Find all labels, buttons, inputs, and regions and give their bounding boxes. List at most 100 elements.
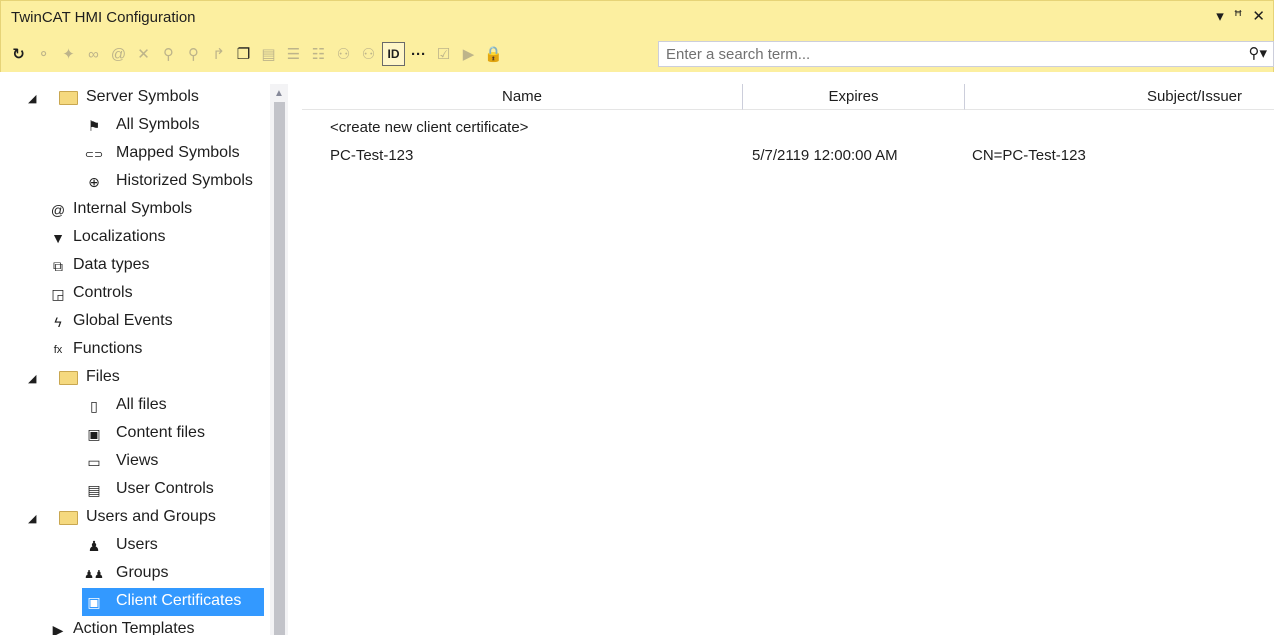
column-header-name[interactable]: Name (302, 84, 743, 110)
user-controls-icon: ▤ (87, 481, 101, 498)
data-types-icon: ⧉ (53, 257, 63, 274)
tree-item-client-certificates[interactable]: ▣ Client Certificates (0, 588, 270, 616)
configuration-tree: ◢ Server Symbols ⚑ All Symbols ⊂⊃ Mapped Symb… (0, 84, 270, 635)
tree-item-historized-symbols[interactable]: ⊕ Historized Symbols (0, 168, 270, 196)
row-subject: CN=PC-Test-123 (972, 147, 1086, 164)
tree-item-content-files[interactable]: ▣ Content files (0, 420, 270, 448)
tree-item-label: Global Events (73, 312, 173, 329)
user-symbol-icon[interactable]: ⚲ (157, 42, 180, 66)
users-icon: ♟ (87, 537, 101, 554)
mapped-symbols-icon: ⊂⊃ (84, 148, 104, 161)
arrow-symbol-icon[interactable]: ↱ (207, 42, 230, 66)
folder-icon (58, 508, 78, 528)
row-name[interactable]: <create new client certificate> (330, 119, 528, 136)
row-name[interactable]: PC-Test-123 (330, 147, 413, 164)
tree-item-label: Localizations (73, 228, 166, 245)
tree-item-views[interactable]: ▭ Views (0, 448, 270, 476)
expand-arrow-icon[interactable]: ◢ (28, 92, 36, 105)
list-icon[interactable]: ☰ (282, 42, 305, 66)
window-controls: ▾ ꟸ ✕ (1216, 7, 1265, 25)
close-icon[interactable]: ✕ (1252, 7, 1265, 25)
tree-item-localizations[interactable]: ▼ Localizations (0, 224, 270, 252)
expand-arrow-icon[interactable]: ◢ (28, 372, 36, 385)
toolbar: ↻⚬✦∞@✕⚲⚲↱❐▤☰☷⚇⚇ID···☑▶🔒 ⚲▾ (0, 36, 1274, 72)
tree-item-label: Controls (73, 284, 133, 301)
tree-item-action-templates[interactable]: ▶ Action Templates (0, 616, 270, 635)
tree-item-mapped-symbols[interactable]: ⊂⊃ Mapped Symbols (0, 140, 270, 168)
search-icon[interactable]: ⚲▾ (1248, 44, 1267, 62)
lock-icon[interactable]: 🔒 (482, 42, 505, 66)
tree-item-label: All Symbols (116, 116, 200, 133)
tree-item-functions[interactable]: fx Functions (0, 336, 270, 364)
certificates-grid: Name Expires Subject/Issuer <create new … (302, 84, 1274, 635)
pin-icon[interactable]: ꟸ (1234, 7, 1243, 25)
tree-item-label: Action Templates (73, 620, 195, 635)
tree-item-label: Internal Symbols (73, 200, 193, 217)
all-symbols-icon: ⚑ (87, 117, 101, 134)
internal-symbols-icon: @ (50, 202, 66, 218)
list-alt-icon[interactable]: ☷ (307, 42, 330, 66)
views-icon: ▭ (87, 453, 101, 470)
search-input[interactable] (659, 42, 1219, 66)
tree-item-label: Historized Symbols (116, 172, 253, 189)
action-templates-icon: ▶ (52, 621, 64, 635)
dropdown-icon[interactable]: ▾ (1216, 7, 1224, 25)
toolbar-buttons: ↻ ⚬ ✦ ∞ @ ✕ ⚲ ⚲ ↱ ❐ ▤ ☰ ☷ ⚇ ⚇ ID ··· ☑ ▶ 🔒 (7, 42, 505, 66)
row-expires: 5/7/2119 12:00:00 AM (752, 147, 898, 164)
folder-icon (58, 88, 78, 108)
tree-item-users-and-groups[interactable]: ◢ Users and Groups (0, 504, 270, 532)
id-icon[interactable]: ID (382, 42, 405, 66)
tree-item-controls[interactable]: ◲ Controls (0, 280, 270, 308)
refresh-icon[interactable]: ↻ (7, 42, 30, 66)
tree-item-label: User Controls (116, 480, 214, 497)
historized-symbols-icon: ⊕ (88, 173, 100, 190)
tree-item-all-files[interactable]: ▯ All files (0, 392, 270, 420)
tree-item-users[interactable]: ♟ Users (0, 532, 270, 560)
tree-item-label: Functions (73, 340, 143, 357)
tree-item-all-symbols[interactable]: ⚑ All Symbols (0, 112, 270, 140)
tree-item-global-events[interactable]: ϟ Global Events (0, 308, 270, 336)
tree-item-label: Views (116, 452, 159, 469)
search-box: ⚲▾ (658, 41, 1274, 67)
all-files-icon: ▯ (90, 397, 98, 414)
localizations-icon: ▼ (51, 230, 65, 246)
at-icon[interactable]: @ (107, 42, 130, 66)
user-alt-icon[interactable]: ⚇ (357, 42, 380, 66)
content-files-icon: ▣ (87, 425, 101, 442)
tree-item-label: Mapped Symbols (116, 144, 240, 161)
tree-scrollbar[interactable]: ▲ (270, 84, 288, 635)
scroll-up-icon[interactable]: ▲ (274, 88, 284, 99)
controls-icon: ◲ (51, 285, 65, 302)
client-certificates-icon: ▣ (87, 593, 101, 610)
tree-item-label: Files (86, 368, 120, 385)
tree-item-server-symbols[interactable]: ◢ Server Symbols (0, 84, 270, 112)
tree-item-label: Client Certificates (116, 592, 242, 609)
column-header-expires[interactable]: Expires (743, 84, 965, 110)
delete-icon[interactable]: ✕ (132, 42, 155, 66)
tree-item-label: Groups (116, 564, 169, 581)
column-header-subject[interactable]: Subject/Issuer (965, 84, 1274, 110)
scrollbar-thumb[interactable] (274, 102, 285, 635)
window-title: TwinCAT HMI Configuration (11, 9, 196, 26)
expand-arrow-icon[interactable]: ◢ (28, 512, 36, 525)
add-symbol-icon[interactable]: ⚬ (32, 42, 55, 66)
tree-item-internal-symbols[interactable]: @ Internal Symbols (0, 196, 270, 224)
tree-item-data-types[interactable]: ⧉ Data types (0, 252, 270, 280)
more-icon[interactable]: ··· (407, 42, 430, 66)
play-icon[interactable]: ▶ (457, 42, 480, 66)
groups-icon: ♟♟ (84, 568, 104, 581)
map-symbol-icon[interactable]: ✦ (57, 42, 80, 66)
tree-item-label: All files (116, 396, 167, 413)
group-symbol-icon[interactable]: ⚲ (182, 42, 205, 66)
tree-item-user-controls[interactable]: ▤ User Controls (0, 476, 270, 504)
checkbox-icon[interactable]: ☑ (432, 42, 455, 66)
tree-item-label: Users (116, 536, 158, 553)
tree-item-label: Users and Groups (86, 508, 216, 525)
users-icon[interactable]: ⚇ (332, 42, 355, 66)
link-icon[interactable]: ∞ (82, 42, 105, 66)
tree-item-groups[interactable]: ♟♟ Groups (0, 560, 270, 588)
tree-item-files[interactable]: ◢ Files (0, 364, 270, 392)
copy-icon[interactable]: ❐ (232, 42, 255, 66)
tree-item-label: Server Symbols (86, 88, 199, 105)
folder-symbol-icon[interactable]: ▤ (257, 42, 280, 66)
